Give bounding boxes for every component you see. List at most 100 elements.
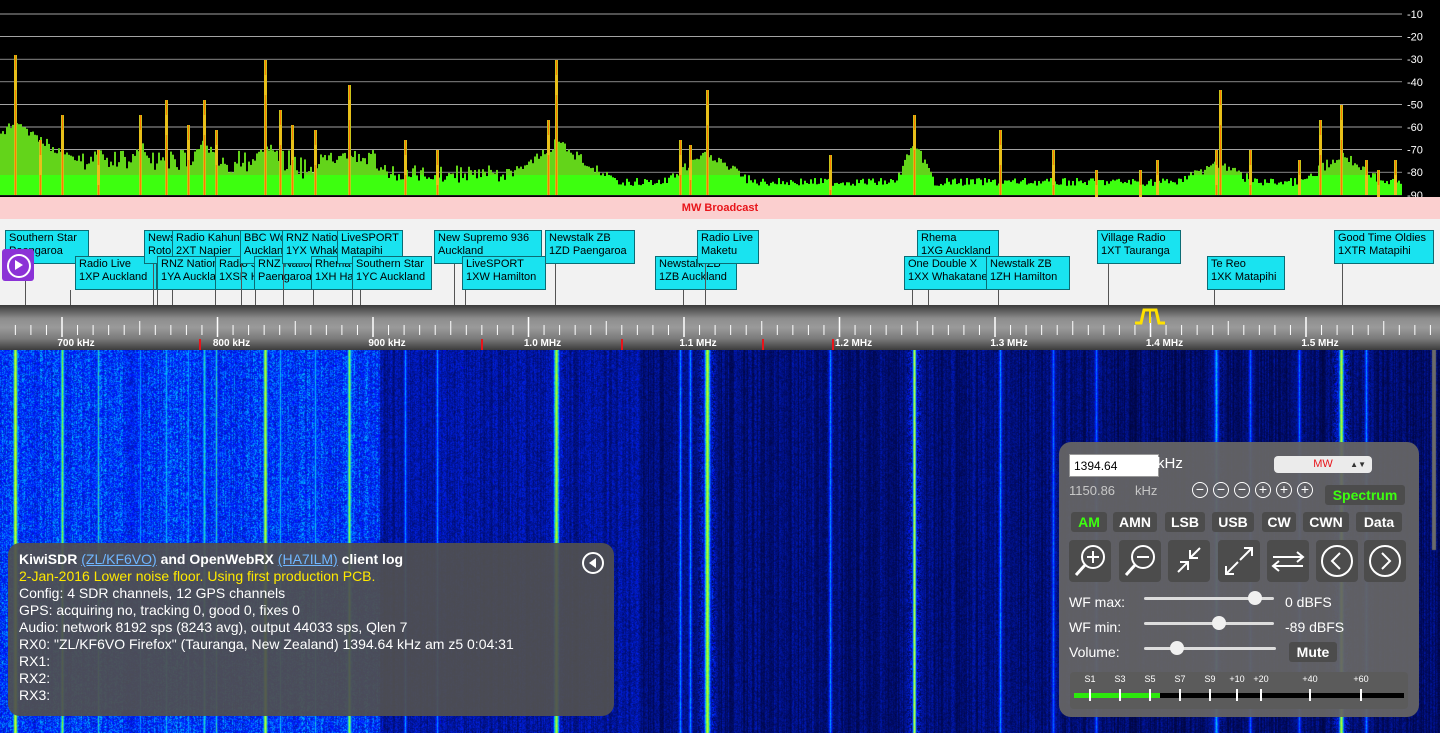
s-meter-label: +10 [1229,674,1245,684]
station-label[interactable]: Newstalk ZB 1ZH Hamilton [986,256,1070,290]
mode-button-data[interactable]: Data [1356,512,1402,532]
station-location: 1YC Auckland [356,271,426,283]
station-name: BBC World [244,232,289,244]
station-marker-line [683,290,684,305]
station-marker-line [255,290,256,305]
wf-min-knob[interactable] [1212,616,1227,630]
volume-knob[interactable] [1170,641,1184,655]
station-label[interactable]: Southern Star 1YC Auckland [352,256,432,290]
frequency-unit: kHz [1157,455,1183,472]
spectrum-display[interactable]: -10 -20 -30 -40 -50 -60 -70 -80 -90 [0,0,1440,197]
log-line: RX3: [19,687,51,703]
station-label[interactable]: RNZ National1YA Auckland [157,256,217,290]
station-label[interactable]: Newstalk ZB 1ZD Paengaroa [545,230,635,264]
station-marker-line [153,264,154,305]
wf-min-label: WF min: [1069,619,1122,635]
station-label[interactable]: Te Reo 1XK Matapihi [1207,256,1285,290]
mode-button-cw[interactable]: CW [1262,512,1296,532]
wf-min-slider[interactable] [1144,616,1274,630]
db-tick-label: -60 [1407,122,1423,134]
station-labels: Southern Star Paengaroa Radio Live 1XP Auck… [0,219,1440,305]
log-link-ha7ilm[interactable]: (HA7ILM) [278,551,338,567]
station-name: RNZ National [286,232,339,244]
swap-arrows-icon [1271,551,1305,572]
station-marker-line [705,264,706,305]
log-line: RX2: [19,670,51,686]
station-label[interactable]: Radio Live Maketu [697,230,759,264]
db-tick-label: -30 [1407,54,1423,66]
station-location: 1XTR Matapihi [1338,245,1411,257]
station-location: 1XH Hamilton [315,271,355,283]
volume-slider[interactable] [1144,641,1276,655]
page-left-button[interactable] [1316,540,1358,582]
db-tick-label: -70 [1407,145,1423,157]
scale-label: 1.0 MHz [524,338,561,349]
mute-button[interactable]: Mute [1289,642,1337,662]
station-location: 1XK Matapihi [1211,271,1277,283]
db-tick-label: -90 [1407,190,1423,197]
zoom-out-button[interactable] [1119,540,1161,582]
band-select[interactable]: MW ▲▼ [1274,456,1372,473]
control-panel: kHz MW▲▼ 1150.86 kHz − − − + + + Spectru… [1059,442,1419,717]
passband-marker-icon[interactable] [1133,307,1167,325]
zoom-in-button[interactable] [1069,540,1111,582]
step-down-small-icon[interactable]: − [1234,482,1250,498]
station-location: 1XX Whakatane [908,271,988,283]
frequency-scale[interactable]: 700 kHz 800 kHz 900 kHz 1.0 MHz 1.1 MHz 1.2 M… [0,305,1440,350]
s-meter-label: S5 [1144,674,1156,684]
log-lines: Config: 4 SDR channels, 12 GPS channels G… [19,585,603,704]
station-marker-line [70,290,71,305]
mode-button-amn[interactable]: AMN [1113,512,1157,532]
station-label[interactable]: Village Radio 1XT Tauranga [1097,230,1181,264]
play-button[interactable] [2,249,34,281]
log-line: GPS: acquiring no, tracking 0, good 0, f… [19,602,300,618]
frequency-input[interactable] [1069,454,1159,477]
station-name: Southern Star [356,258,424,270]
log-line: Audio: network 8192 sps (8243 avg), outp… [19,619,408,635]
band-bar[interactable]: MW Broadcast [0,197,1440,219]
swap-button[interactable] [1267,540,1309,582]
mode-button-am[interactable]: AM [1071,512,1107,532]
wf-max-label: WF max: [1069,594,1125,610]
zoom-band-button[interactable] [1168,540,1210,582]
chevron-left-icon [1321,545,1353,577]
station-name: Southern Star [9,232,77,244]
station-name: RNZ National [161,258,216,270]
spectrum-button[interactable]: Spectrum [1325,485,1405,505]
station-label[interactable]: One Double X 1XX Whakatane [904,256,988,290]
step-up-large-icon[interactable]: + [1297,482,1313,498]
step-down-large-icon[interactable]: − [1192,482,1208,498]
station-label[interactable]: LiveSPORT 1XW Hamilton [462,256,546,290]
station-location: 1XP Auckland [79,271,148,283]
zoom-in-icon [1074,545,1105,577]
step-up-small-icon[interactable]: + [1255,482,1271,498]
page-right-button[interactable] [1364,540,1406,582]
station-marker-line [283,264,284,305]
scale-label: 900 kHz [368,338,405,349]
mode-button-usb[interactable]: USB [1212,512,1254,532]
collapse-arrows-icon [1177,547,1201,573]
zoom-full-button[interactable] [1218,540,1260,582]
mode-button-lsb[interactable]: LSB [1165,512,1205,532]
station-label[interactable]: Good Time Oldies 1XTR Matapihi [1334,230,1434,264]
station-location: 1ZB Auckland [659,271,727,283]
log-collapse-icon[interactable] [582,552,604,574]
db-tick-label: -50 [1407,99,1423,111]
log-line: RX0: "ZL/KF6VO Firefox" (Tauranga, New Z… [19,636,514,652]
station-location: 1ZH Hamilton [990,271,1058,283]
log-link-kf6vo[interactable]: (ZL/KF6VO) [81,551,156,567]
s-meter-label: S3 [1114,674,1126,684]
station-name: LiveSPORT [341,232,399,244]
s-meter: S1 S3 S5 S7 S9 +10 +20 +40 +60 [1070,672,1408,709]
station-name: New Supremo 936 [438,232,530,244]
wf-max-knob[interactable] [1247,591,1262,605]
step-up-medium-icon[interactable]: + [1276,482,1292,498]
station-name: Village Radio [1101,232,1166,244]
step-down-medium-icon[interactable]: − [1213,482,1229,498]
scale-label: 1.5 MHz [1301,338,1338,349]
station-marker-line [465,290,466,305]
wf-max-slider[interactable] [1144,591,1274,605]
mode-button-cwn[interactable]: CWN [1303,512,1349,532]
s-meter-label: S9 [1204,674,1216,684]
station-marker-line [555,264,556,305]
